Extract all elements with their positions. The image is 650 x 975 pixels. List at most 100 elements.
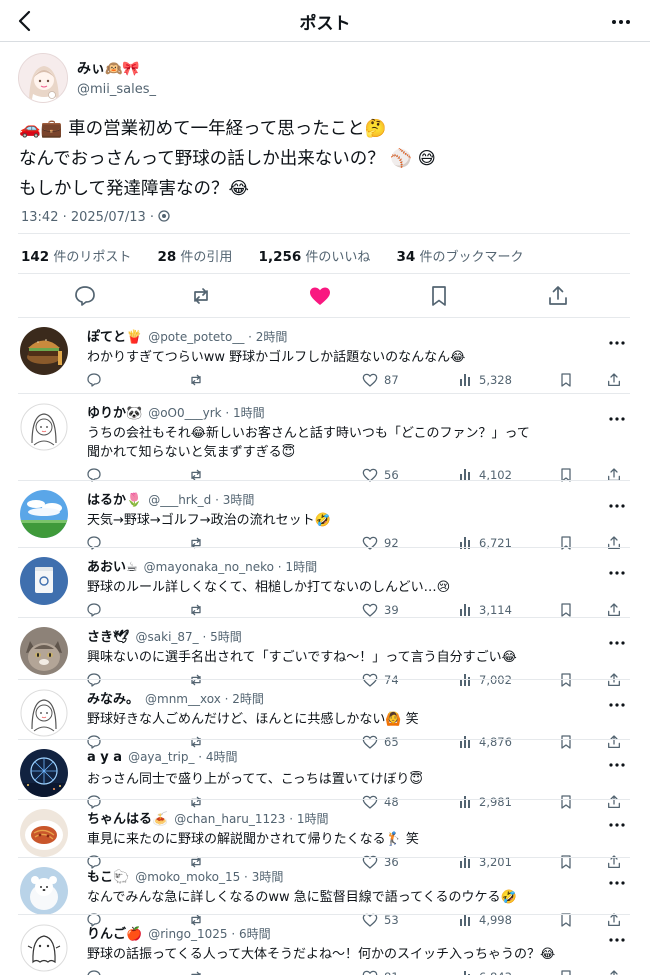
repost-icon[interactable] xyxy=(188,466,204,484)
author-name[interactable]: みぃ🙉🎀 xyxy=(77,58,140,78)
share-icon[interactable] xyxy=(606,371,622,389)
bookmark-icon[interactable] xyxy=(558,793,574,811)
reply-avatar[interactable] xyxy=(20,809,68,857)
reply-more-icon[interactable] xyxy=(608,813,626,827)
bookmark-icon[interactable] xyxy=(558,968,574,975)
like-button[interactable]: 36 xyxy=(362,853,399,871)
bookmark-icon[interactable] xyxy=(558,853,574,871)
reply-text-line: 野球好きな人ごめんだけど、ほんとに共感しかない🙆 笑 xyxy=(87,712,419,727)
reply-more-icon[interactable] xyxy=(608,494,626,508)
repost-icon[interactable] xyxy=(188,534,204,552)
bookmark-icon[interactable] xyxy=(558,733,574,751)
repost-icon[interactable] xyxy=(188,371,204,389)
bookmark-icon[interactable] xyxy=(558,466,574,484)
girl-illustration-icon xyxy=(19,54,67,102)
reply-icon[interactable] xyxy=(86,534,102,552)
share-icon[interactable] xyxy=(606,793,622,811)
share-icon[interactable] xyxy=(606,671,622,689)
reply-more-icon[interactable] xyxy=(608,331,626,345)
like-button[interactable]: 65 xyxy=(362,733,399,751)
like-count: 65 xyxy=(384,735,399,749)
bookmark-icon[interactable] xyxy=(558,534,574,552)
bookmark-icon[interactable] xyxy=(427,284,451,308)
reply-author-name: はるか🌷 xyxy=(87,493,143,508)
post-text-line: 🚗💼 車の営業初めて一年経って思ったこと🤔 xyxy=(19,119,387,139)
reply-author[interactable]: もこ🐑 @moko_moko_15 · 3時間 xyxy=(87,866,283,885)
reply-more-icon[interactable] xyxy=(608,753,626,767)
views-button[interactable]: 6,721 xyxy=(459,534,512,552)
reply-more-icon[interactable] xyxy=(608,561,626,575)
reply-icon[interactable] xyxy=(86,466,102,484)
reply-more-icon[interactable] xyxy=(608,693,626,707)
cat-avatar-icon xyxy=(20,627,68,675)
reply-author-name: ぽてと🍟 xyxy=(87,330,143,345)
reply-text-line: 野球のルール詳しくなくて、相槌しか打てないのしんどい…😢 xyxy=(87,580,451,595)
view-count: 7,002 xyxy=(479,673,512,687)
author-handle[interactable]: @mii_sales_ xyxy=(77,82,156,97)
reply-author[interactable]: さき🕊 @saki_87_ · 5時間 xyxy=(87,626,242,645)
views-button[interactable]: 4,876 xyxy=(459,733,512,751)
reply-author[interactable]: ぽてと🍟 @pote_poteto__ · 2時間 xyxy=(87,326,287,345)
like-count[interactable]: 1,256 件のいいね xyxy=(259,249,371,265)
like-button[interactable]: 81 xyxy=(362,968,399,975)
like-filled-icon[interactable] xyxy=(308,284,332,308)
views-button[interactable]: 3,201 xyxy=(459,853,512,871)
share-icon[interactable] xyxy=(606,733,622,751)
reply-icon[interactable] xyxy=(86,968,102,975)
reply-avatar[interactable] xyxy=(20,627,68,675)
reply-avatar[interactable] xyxy=(20,689,68,737)
reply-avatar[interactable] xyxy=(20,924,68,972)
reply-author[interactable]: ちゃんはる🍝 @chan_haru_1123 · 1時間 xyxy=(87,808,328,827)
reply-author[interactable]: みなみ。 @mnm__xox · 2時間 xyxy=(87,688,264,707)
reply-author[interactable]: りんご🍎 @ringo_1025 · 6時間 xyxy=(87,923,271,942)
views-button[interactable]: 6,843 xyxy=(459,968,512,975)
reply-icon[interactable] xyxy=(86,371,102,389)
reply-text-line: 興味ないのに選手名出されて「すごいですね〜！」って言う自分すごい😂 xyxy=(87,650,517,665)
repost-icon[interactable] xyxy=(189,284,213,308)
views-button[interactable]: 4,102 xyxy=(459,466,512,484)
reply-avatar[interactable] xyxy=(20,867,68,915)
repost-count[interactable]: 142 件のリポスト xyxy=(21,249,131,265)
reply-avatar[interactable] xyxy=(20,403,68,451)
repost-icon[interactable] xyxy=(188,671,204,689)
reply-avatar[interactable] xyxy=(20,749,68,797)
reply-more-icon[interactable] xyxy=(608,631,626,645)
share-icon[interactable] xyxy=(606,853,622,871)
reply-more-icon[interactable] xyxy=(608,928,626,942)
quote-count[interactable]: 28 件の引用 xyxy=(157,249,232,265)
reply-author[interactable]: ゆりか🐼 @oO0___yrk · 1時間 xyxy=(87,402,265,421)
bookmark-icon[interactable] xyxy=(558,671,574,689)
bookmark-icon[interactable] xyxy=(558,371,574,389)
like-button[interactable]: 92 xyxy=(362,534,399,552)
author-avatar[interactable] xyxy=(18,53,68,103)
views-button[interactable]: 2,981 xyxy=(459,793,512,811)
reply-handle-time: @chan_haru_1123 · 1時間 xyxy=(174,812,329,826)
share-icon[interactable] xyxy=(606,466,622,484)
reply-icon[interactable] xyxy=(86,671,102,689)
views-button[interactable]: 5,328 xyxy=(459,371,512,389)
share-icon[interactable] xyxy=(606,968,622,975)
reply-author-name: a y a xyxy=(87,750,123,765)
reply-more-icon[interactable] xyxy=(608,407,626,421)
bookmark-count[interactable]: 34 件のブックマーク xyxy=(397,249,524,265)
views-button[interactable]: 7,002 xyxy=(459,671,512,689)
reply-author[interactable]: a y a @aya_trip_ · 4時間 xyxy=(87,748,238,765)
reply-text-line: 聞かれて知らないと気まずすぎる😇 xyxy=(87,445,296,460)
reply-avatar[interactable] xyxy=(20,557,68,605)
like-count: 81 xyxy=(384,970,399,975)
like-button[interactable]: 48 xyxy=(362,793,399,811)
like-button[interactable]: 87 xyxy=(362,371,399,389)
more-options-icon[interactable] xyxy=(610,12,632,32)
share-icon[interactable] xyxy=(606,534,622,552)
like-button[interactable]: 56 xyxy=(362,466,399,484)
reply-author[interactable]: あおい☕ @mayonaka_no_neko · 1時間 xyxy=(87,556,317,575)
repost-icon[interactable] xyxy=(188,968,204,975)
reply-icon[interactable] xyxy=(73,284,97,308)
like-button[interactable]: 74 xyxy=(362,671,399,689)
reply-author[interactable]: はるか🌷 @___hrk_d · 3時間 xyxy=(87,489,254,508)
reply-avatar[interactable] xyxy=(20,327,68,375)
reply-action-bar: 74 7,002 xyxy=(0,671,650,689)
reply-more-icon[interactable] xyxy=(608,871,626,885)
share-icon[interactable] xyxy=(546,284,570,308)
reply-avatar[interactable] xyxy=(20,490,68,538)
